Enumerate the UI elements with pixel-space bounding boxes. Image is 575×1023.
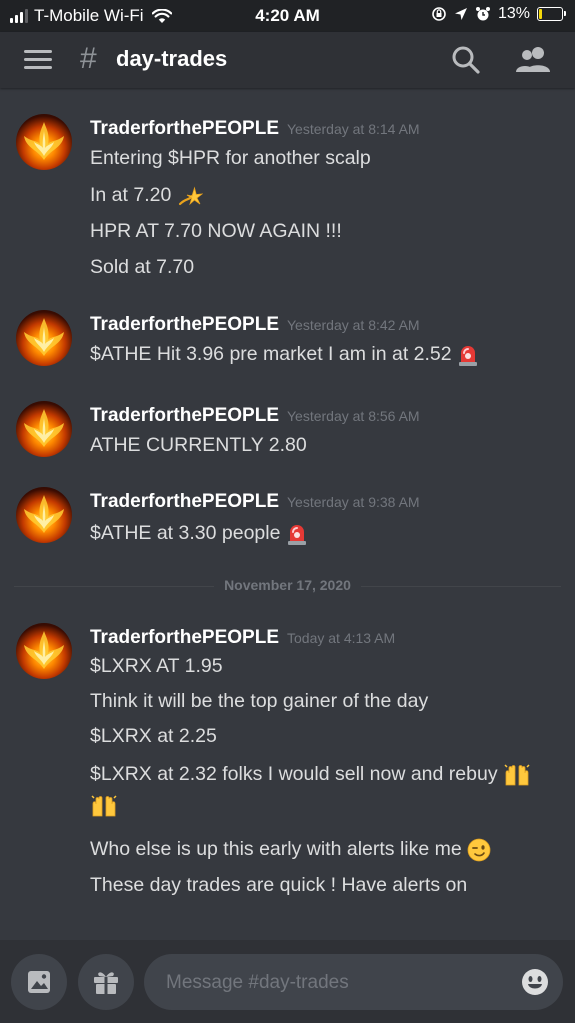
avatar[interactable] xyxy=(16,310,72,366)
message-author[interactable]: TraderforthePEOPLE Yesterday at 8:56 AM xyxy=(90,405,420,427)
message-text-content: $ATHE Hit 3.96 pre market I am in at 2.5… xyxy=(90,343,452,366)
author-name[interactable]: TraderforthePEOPLE xyxy=(90,405,279,426)
message-text xyxy=(90,794,118,818)
message-text: HPR AT 7.70 NOW AGAIN !!! xyxy=(90,220,342,242)
channel-hash-icon: # xyxy=(80,42,97,75)
message-text-content: $ATHE at 3.30 people xyxy=(90,522,281,545)
message-input-wrapper xyxy=(144,954,563,1012)
hamburger-icon[interactable] xyxy=(24,50,52,70)
raised-hands-emoji xyxy=(91,795,117,817)
wifi-icon xyxy=(151,8,172,23)
siren-emoji xyxy=(287,525,306,545)
message-text: $LXRX at 2.32 folks I would sell now and… xyxy=(90,763,531,787)
message-input[interactable] xyxy=(164,954,508,1012)
message-timestamp: Today at 4:13 AM xyxy=(287,630,396,646)
image-icon xyxy=(28,971,50,993)
message-text: In at 7.20 xyxy=(90,184,203,208)
avatar[interactable] xyxy=(16,114,72,170)
avatar[interactable] xyxy=(16,623,72,679)
members-icon[interactable] xyxy=(514,44,552,76)
message-text: Think it will be the top gainer of the d… xyxy=(90,690,429,712)
battery-percent: 13% xyxy=(497,5,530,22)
channel-header: # day-trades xyxy=(0,32,575,88)
message-author[interactable]: TraderforthePEOPLE Yesterday at 8:14 AM xyxy=(90,118,420,140)
author-name[interactable]: TraderforthePEOPLE xyxy=(90,627,279,648)
signal-icon xyxy=(10,9,28,23)
message-author[interactable]: TraderforthePEOPLE Yesterday at 8:42 AM xyxy=(90,314,420,336)
avatar[interactable] xyxy=(16,487,72,543)
search-icon[interactable] xyxy=(450,44,482,76)
message-author[interactable]: TraderforthePEOPLE Today at 4:13 AM xyxy=(90,627,395,649)
status-icons: 13% xyxy=(431,5,566,23)
gift-icon xyxy=(94,972,118,994)
phoenix-icon xyxy=(24,495,64,533)
attach-image-button[interactable] xyxy=(11,954,67,1010)
message-text: Who else is up this early with alerts li… xyxy=(90,838,491,862)
message-author[interactable]: TraderforthePEOPLE Yesterday at 9:38 AM xyxy=(90,491,420,513)
phoenix-icon xyxy=(24,631,64,669)
message-text-content: In at 7.20 xyxy=(90,184,172,207)
channel-title: day-trades xyxy=(116,46,228,71)
date-divider: November 17, 2020 xyxy=(0,577,575,593)
carrier-group: T-Mobile Wi-Fi xyxy=(10,6,172,26)
author-name[interactable]: TraderforthePEOPLE xyxy=(90,491,279,512)
avatar[interactable] xyxy=(16,401,72,457)
date-divider-label: November 17, 2020 xyxy=(214,577,361,593)
message-timestamp: Yesterday at 8:14 AM xyxy=(287,121,420,137)
message-text-content: $LXRX at 2.32 folks I would sell now and… xyxy=(90,763,498,786)
message-text: Sold at 7.70 xyxy=(90,256,195,278)
message-timestamp: Yesterday at 8:42 AM xyxy=(287,317,420,333)
status-bar: T-Mobile Wi-Fi 4:20 AM 13% xyxy=(0,0,575,32)
message-list[interactable]: TraderforthePEOPLE Yesterday at 8:14 AM E… xyxy=(0,88,575,940)
message-text: Entering $HPR for another scalp xyxy=(90,147,371,169)
message-text: $LXRX AT 1.95 xyxy=(90,655,223,677)
message-text: ATHE CURRENTLY 2.80 xyxy=(90,434,307,456)
author-name[interactable]: TraderforthePEOPLE xyxy=(90,118,279,139)
phoenix-icon xyxy=(24,318,64,356)
message-text: These day trades are quick ! Have alerts… xyxy=(90,874,468,896)
carrier-label: T-Mobile Wi-Fi xyxy=(34,6,144,25)
phoenix-icon xyxy=(24,122,64,160)
rotation-lock-icon xyxy=(432,7,446,21)
message-text: $LXRX at 2.25 xyxy=(90,725,217,747)
emoji-icon[interactable] xyxy=(521,968,549,996)
battery-icon xyxy=(537,7,566,21)
message-text-content: Who else is up this early with alerts li… xyxy=(90,838,462,861)
message-timestamp: Yesterday at 9:38 AM xyxy=(287,494,420,510)
location-icon xyxy=(454,8,467,20)
message-composer xyxy=(0,940,575,1023)
author-name[interactable]: TraderforthePEOPLE xyxy=(90,314,279,335)
raised-hands-emoji xyxy=(504,764,530,786)
gift-button[interactable] xyxy=(78,954,134,1010)
message-timestamp: Yesterday at 8:56 AM xyxy=(287,408,420,424)
message-text: $ATHE at 3.30 people xyxy=(90,522,308,546)
siren-emoji xyxy=(459,346,478,366)
wink-emoji xyxy=(467,838,491,862)
dizzy-emoji xyxy=(178,186,203,206)
message-text: $ATHE Hit 3.96 pre market I am in at 2.5… xyxy=(90,343,479,367)
phoenix-icon xyxy=(24,409,64,447)
alarm-icon xyxy=(475,7,490,21)
